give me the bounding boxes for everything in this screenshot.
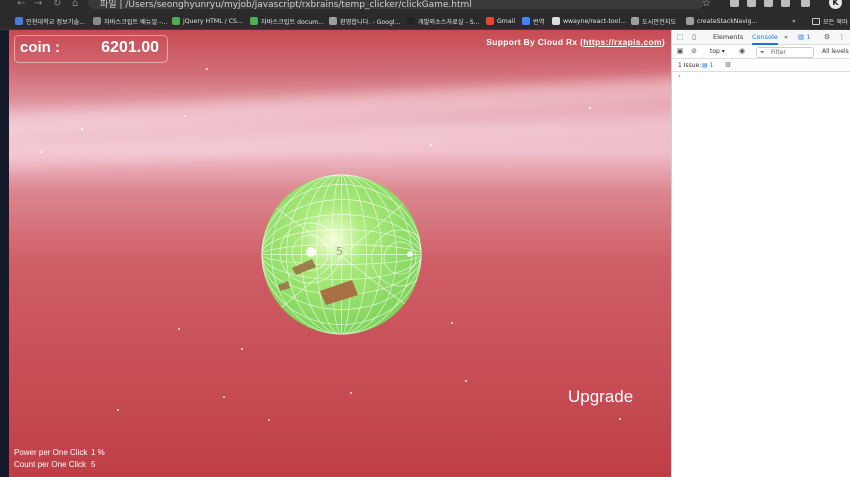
coin-counter: coin : 6201.00	[14, 35, 168, 63]
sphere-highlight	[306, 247, 316, 257]
translate-icon	[522, 17, 530, 25]
upgrade-button[interactable]: Upgrade	[568, 387, 633, 407]
star	[465, 380, 467, 382]
profile-avatar[interactable]: K	[829, 0, 842, 9]
bookmark-favicon-icon	[407, 17, 415, 25]
bookmark-item[interactable]: 개발외소스자료실 - S...	[407, 15, 480, 27]
bookmark-favicon-icon	[686, 17, 694, 25]
bookmark-favicon-icon	[93, 17, 101, 25]
bookmark-favicon-icon	[250, 17, 258, 25]
window-edge	[0, 30, 9, 477]
star	[589, 107, 591, 109]
all-bookmarks-folder[interactable]: 모든 북마	[812, 15, 848, 27]
count-per-click-stat: Count per One Click 5	[14, 460, 96, 469]
bookmark-favicon-icon	[172, 17, 180, 25]
filter-icon: ⏷	[760, 49, 765, 56]
bookmark-item[interactable]: 번역	[522, 15, 544, 27]
context-selector[interactable]: top ▾	[710, 48, 725, 55]
bookmark-item[interactable]: 자바스크립트 배뉴얼 -...	[93, 15, 167, 27]
bookmark-favicon-icon	[631, 17, 639, 25]
click-sphere[interactable]: 5	[260, 173, 423, 336]
tab-console[interactable]: Console	[752, 33, 778, 45]
devtools-panel: ⬚ ▯ Elements Console » ▤ 1 ⚙ ⋮ ▣ ⊘ top ▾…	[671, 30, 850, 477]
console-prompt[interactable]: ›	[678, 72, 681, 80]
power-per-click-stat: Power per One Click 1 %	[14, 448, 105, 457]
sphere-highlight	[407, 251, 413, 257]
sphere-face-label: 5	[336, 245, 343, 258]
address-bar-text: 파일 | /Users/seonghyunryu/myjob/javascrip…	[100, 0, 472, 10]
star	[40, 151, 42, 153]
gmail-icon	[486, 17, 494, 25]
bookmark-favicon-icon	[15, 17, 23, 25]
issues-count-badge[interactable]: ▤ 1	[702, 62, 713, 69]
home-icon[interactable]: ⌂	[72, 0, 78, 9]
messages-badge[interactable]: ▤ 1	[798, 33, 810, 41]
star	[223, 396, 225, 398]
live-expression-eye-icon[interactable]: ◉	[738, 47, 746, 55]
back-icon[interactable]: ←	[17, 0, 25, 9]
forward-icon[interactable]: →	[34, 0, 42, 9]
bookmarks-overflow-button[interactable]: »	[792, 15, 796, 27]
bookmark-item[interactable]: wwayne/react-tool...	[552, 15, 626, 27]
issues-label: 1 Issue:	[678, 62, 702, 69]
support-link[interactable]: https://rxapis.com	[583, 37, 662, 47]
bookmark-item[interactable]: jQuery HTML / CS...	[172, 15, 243, 27]
extension-icon[interactable]	[747, 0, 756, 7]
star	[117, 409, 119, 411]
bookmark-favicon-icon	[329, 17, 337, 25]
issues-settings-icon[interactable]: ⚙	[724, 61, 732, 69]
inspect-element-icon[interactable]: ⬚	[676, 33, 684, 41]
bookmark-item[interactable]: 인천대학교 정보기술...	[15, 15, 85, 27]
device-toolbar-icon[interactable]: ▯	[690, 33, 698, 41]
star	[619, 418, 621, 420]
reload-icon[interactable]: ↻	[53, 0, 61, 9]
bookmarks-bar: 인천대학교 정보기술... 자바스크립트 배뉴얼 -... jQuery HTM…	[0, 11, 850, 30]
coin-value: 6201.00	[101, 39, 159, 56]
extensions-puzzle-icon[interactable]	[801, 0, 810, 7]
console-toolbar: ▣ ⊘ top ▾ ◉ ⏷ Filter All levels	[672, 45, 850, 59]
tab-elements[interactable]: Elements	[713, 33, 743, 41]
extension-icon[interactable]	[730, 0, 739, 7]
github-icon	[552, 17, 560, 25]
sidebar-toggle-icon[interactable]: ▣	[676, 47, 684, 55]
bookmark-item[interactable]: Gmail	[486, 15, 515, 27]
star	[178, 328, 180, 330]
clear-console-icon[interactable]: ⊘	[690, 47, 698, 55]
settings-gear-icon[interactable]: ⚙	[823, 33, 831, 41]
log-levels-dropdown[interactable]: All levels	[822, 48, 849, 55]
star	[350, 392, 352, 394]
browser-toolbar: ← → ↻ ⌂ 파일 | /Users/seonghyunryu/myjob/j…	[0, 0, 850, 11]
star	[241, 348, 243, 350]
game-canvas[interactable]: coin : 6201.00 Support By Cloud Rx (http…	[9, 30, 671, 477]
support-credit: Support By Cloud Rx (https://rxapis.com)	[486, 37, 665, 47]
star	[81, 128, 83, 130]
more-options-icon[interactable]: ⋮	[838, 33, 846, 41]
star	[206, 68, 208, 70]
bookmark-item[interactable]: createStackNavig...	[686, 15, 757, 27]
extension-icon[interactable]	[764, 0, 773, 7]
more-tabs-button[interactable]: »	[784, 33, 788, 41]
star	[184, 115, 186, 117]
devtools-tab-bar: ⬚ ▯ Elements Console » ▤ 1 ⚙ ⋮	[672, 30, 850, 45]
folder-icon	[812, 17, 820, 25]
issues-bar: 1 Issue: ▤ 1 ⚙	[672, 59, 850, 72]
star	[430, 144, 432, 146]
bookmark-item[interactable]: 환영합니다. - Googl...	[329, 15, 401, 27]
star	[268, 419, 270, 421]
bookmark-item[interactable]: 도시안전지도	[631, 15, 676, 27]
bookmark-item[interactable]: 자바스크립트 docum...	[250, 15, 324, 27]
coin-label: coin :	[20, 39, 60, 56]
star	[451, 322, 453, 324]
filter-input[interactable]: ⏷ Filter	[756, 47, 814, 58]
bookmark-star-icon[interactable]: ☆	[702, 0, 711, 9]
extension-icon[interactable]	[781, 0, 790, 7]
